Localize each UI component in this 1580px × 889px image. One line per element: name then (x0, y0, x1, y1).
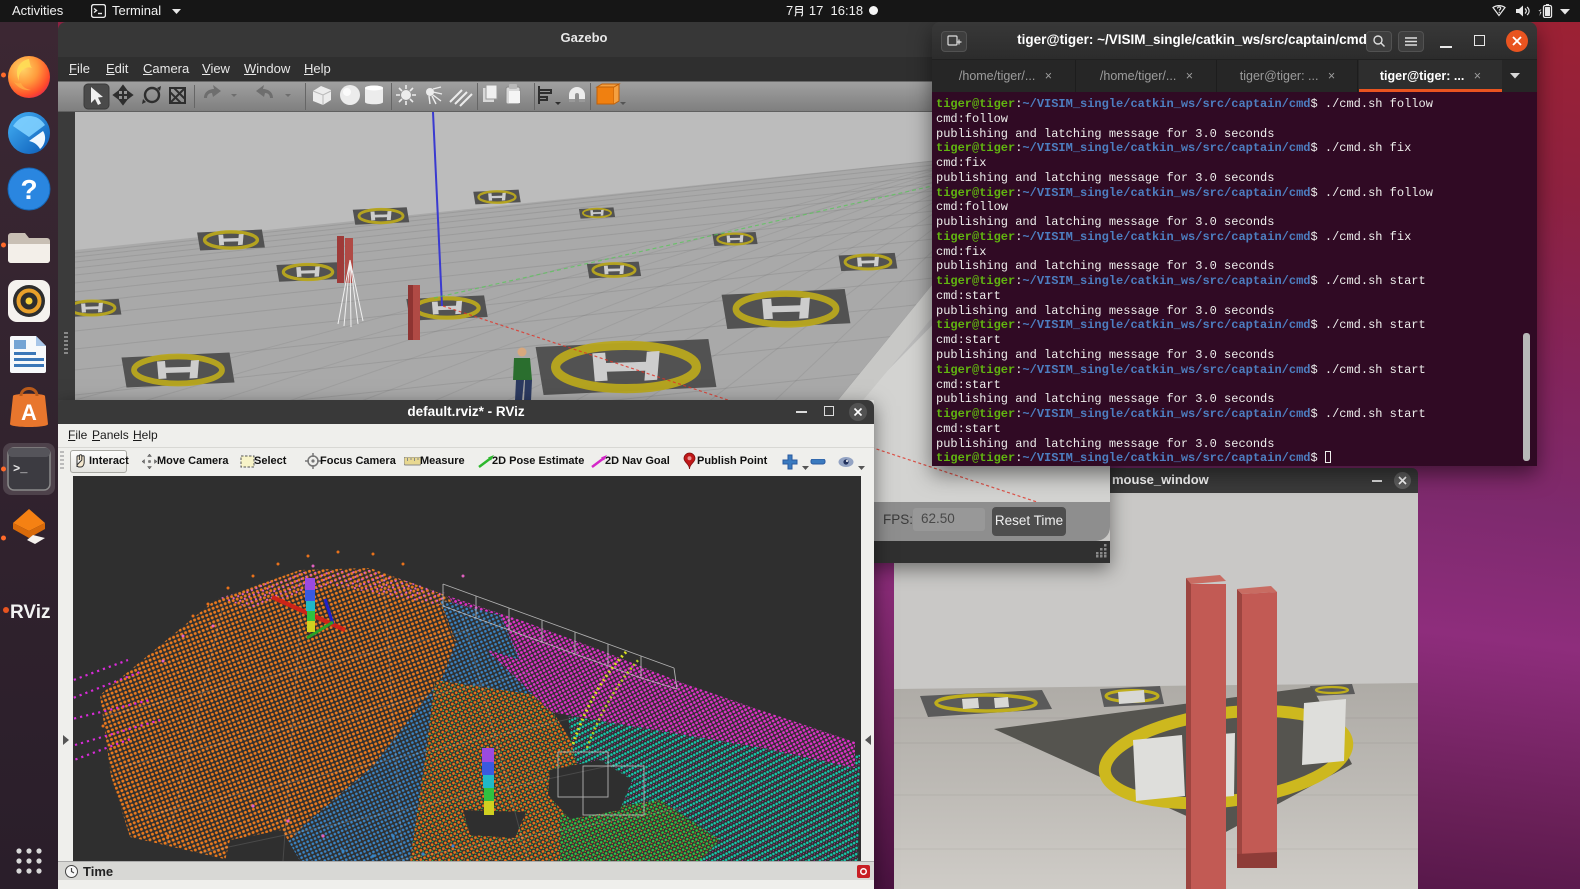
svg-text:?: ? (20, 174, 37, 205)
svg-text:>_: >_ (13, 462, 28, 476)
svg-text:A: A (21, 400, 37, 425)
svg-text:RViz: RViz (10, 602, 51, 623)
